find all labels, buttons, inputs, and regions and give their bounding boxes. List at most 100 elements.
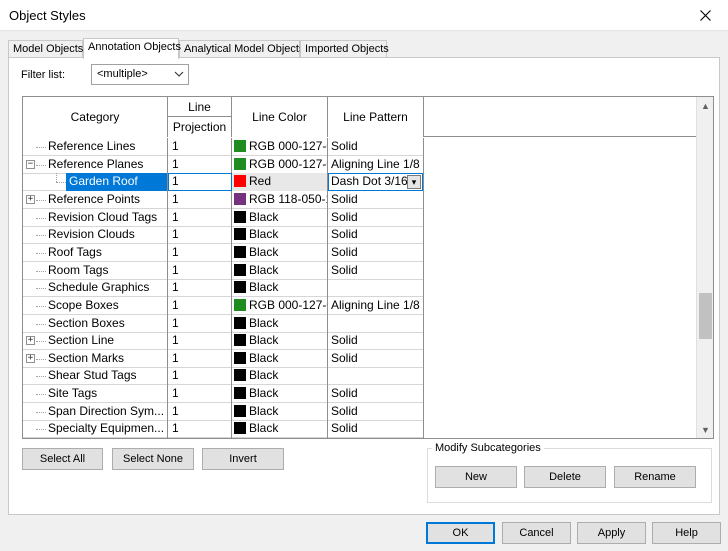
rename-subcategory-button[interactable]: Rename [614, 466, 696, 488]
line-pattern-cell[interactable] [328, 279, 424, 298]
line-color-cell[interactable]: Red [232, 173, 328, 192]
projection-cell[interactable]: 1 [168, 420, 232, 438]
category-cell[interactable]: Reference Lines [23, 138, 168, 156]
line-pattern-dropdown[interactable]: ▾ [328, 173, 423, 192]
table-row[interactable]: Section Boxes 1 Black [23, 314, 424, 333]
category-cell[interactable]: Span Direction Sym... [23, 402, 168, 421]
projection-cell[interactable]: 1 [168, 385, 232, 404]
new-subcategory-button[interactable]: New [435, 466, 517, 488]
projection-cell[interactable]: 1 [168, 349, 232, 368]
select-all-button[interactable]: Select All [22, 448, 103, 470]
line-pattern-cell[interactable]: Solid [328, 243, 424, 262]
projection-cell[interactable]: 1 [168, 402, 232, 421]
category-cell[interactable]: Section Boxes [23, 314, 168, 333]
line-color-cell[interactable]: Black [232, 208, 328, 227]
category-cell[interactable]: Roof Tags [23, 243, 168, 262]
line-color-cell[interactable]: Black [232, 261, 328, 280]
select-none-button[interactable]: Select None [112, 448, 194, 470]
tab-imported-objects[interactable]: Imported Objects [300, 40, 389, 58]
projection-cell[interactable]: 1 [168, 243, 232, 262]
category-cell[interactable]: Scope Boxes [23, 296, 168, 315]
table-row[interactable]: Span Direction Sym... 1 Black Solid [23, 402, 424, 421]
invert-button[interactable]: Invert [202, 448, 284, 470]
line-pattern-cell[interactable]: Solid [328, 385, 424, 404]
apply-button[interactable]: Apply [577, 522, 646, 544]
table-row[interactable]: Site Tags 1 Black Solid [23, 385, 424, 404]
projection-cell[interactable]: 1 [168, 279, 232, 298]
category-cell[interactable]: Specialty Equipmen... [23, 420, 168, 438]
line-pattern-cell[interactable]: Aligning Line 1/8 [328, 155, 424, 174]
projection-cell[interactable]: 1 [168, 190, 232, 209]
category-cell[interactable]: Site Tags [23, 385, 168, 404]
filter-list-select[interactable]: <multiple> [91, 64, 189, 85]
line-color-cell[interactable]: Black [232, 243, 328, 262]
line-pattern-cell[interactable]: Solid [328, 208, 424, 227]
header-line-color[interactable]: Line Color [232, 97, 328, 137]
line-pattern-cell[interactable]: Solid [328, 332, 424, 351]
projection-cell[interactable]: 1 [168, 314, 232, 333]
collapse-icon[interactable]: − [26, 159, 35, 169]
line-color-cell[interactable]: Black [232, 332, 328, 351]
projection-cell[interactable]: 1 [168, 173, 232, 192]
line-color-cell[interactable]: Black [232, 367, 328, 386]
ok-button[interactable]: OK [426, 522, 495, 544]
line-color-cell[interactable]: Black [232, 420, 328, 438]
help-button[interactable]: Help [652, 522, 721, 544]
scroll-down-icon[interactable]: ▼ [697, 421, 713, 438]
table-row[interactable]: − Reference Planes 1 RGB 000-127-0 Aligning … [23, 155, 424, 174]
expand-icon[interactable]: + [26, 353, 35, 363]
line-pattern-cell[interactable]: Solid [328, 402, 424, 421]
table-row[interactable]: Shear Stud Tags 1 Black [23, 367, 424, 386]
table-row[interactable]: Revision Clouds 1 Black Solid [23, 226, 424, 245]
projection-cell[interactable]: 1 [168, 208, 232, 227]
header-projection[interactable]: Projection [168, 117, 232, 137]
tab-model-objects[interactable]: Model Objects [8, 40, 83, 58]
table-row[interactable]: + Reference Points 1 RGB 118-050-1 Solid [23, 190, 424, 209]
projection-cell[interactable]: 1 [168, 367, 232, 386]
cancel-button[interactable]: Cancel [502, 522, 571, 544]
table-row[interactable]: Roof Tags 1 Black Solid [23, 243, 424, 262]
table-row[interactable]: Schedule Graphics 1 Black [23, 279, 424, 298]
line-color-cell[interactable]: Black [232, 226, 328, 245]
projection-cell[interactable]: 1 [168, 332, 232, 351]
table-row[interactable]: Reference Lines 1 RGB 000-127-0 Solid [23, 138, 424, 156]
projection-cell[interactable]: 1 [168, 155, 232, 174]
category-cell[interactable]: Shear Stud Tags [23, 367, 168, 386]
table-row[interactable]: + Section Line 1 Black Solid [23, 332, 424, 351]
line-color-cell[interactable]: RGB 118-050-1 [232, 190, 328, 209]
table-row[interactable]: Specialty Equipmen... 1 Black Solid [23, 420, 424, 438]
line-pattern-cell[interactable]: Solid [328, 349, 424, 368]
projection-cell[interactable]: 1 [168, 261, 232, 280]
line-pattern-cell[interactable]: Solid [328, 420, 424, 438]
table-row[interactable]: Scope Boxes 1 RGB 000-127-0 Aligning Line 1… [23, 296, 424, 315]
category-cell[interactable]: Revision Cloud Tags [23, 208, 168, 227]
line-pattern-cell[interactable]: Dash Dot 3/16 ▾ [328, 173, 424, 192]
projection-cell[interactable]: 1 [168, 296, 232, 315]
line-color-cell[interactable]: Black [232, 314, 328, 333]
line-pattern-cell[interactable] [328, 314, 424, 333]
line-color-cell[interactable]: RGB 000-127-0 [232, 138, 328, 156]
line-color-cell[interactable]: Black [232, 385, 328, 404]
line-pattern-cell[interactable]: Solid [328, 190, 424, 209]
category-cell[interactable]: + Section Line [23, 332, 168, 351]
line-color-cell[interactable]: Black [232, 349, 328, 368]
line-color-cell[interactable]: Black [232, 402, 328, 421]
line-color-cell[interactable]: Black [232, 279, 328, 298]
scroll-thumb[interactable] [699, 293, 712, 339]
line-pattern-cell[interactable]: Solid [328, 226, 424, 245]
delete-subcategory-button[interactable]: Delete [524, 466, 606, 488]
category-cell[interactable]: − Reference Planes [23, 155, 168, 174]
line-color-cell[interactable]: RGB 000-127-0 [232, 296, 328, 315]
table-row[interactable]: Revision Cloud Tags 1 Black Solid [23, 208, 424, 227]
category-cell[interactable]: Revision Clouds [23, 226, 168, 245]
line-pattern-cell[interactable]: Solid [328, 261, 424, 280]
tab-analytical-model-objects[interactable]: Analytical Model Objects [179, 40, 304, 58]
projection-cell[interactable]: 1 [168, 226, 232, 245]
header-line-pattern[interactable]: Line Pattern [328, 97, 424, 137]
close-button[interactable] [682, 0, 728, 31]
chevron-down-icon[interactable]: ▾ [407, 175, 421, 190]
category-cell[interactable]: Garden Roof [23, 173, 168, 192]
tab-annotation-objects[interactable]: Annotation Objects [83, 38, 181, 59]
category-cell[interactable]: Schedule Graphics [23, 279, 168, 298]
vertical-scrollbar[interactable]: ▲ ▼ [696, 97, 713, 438]
